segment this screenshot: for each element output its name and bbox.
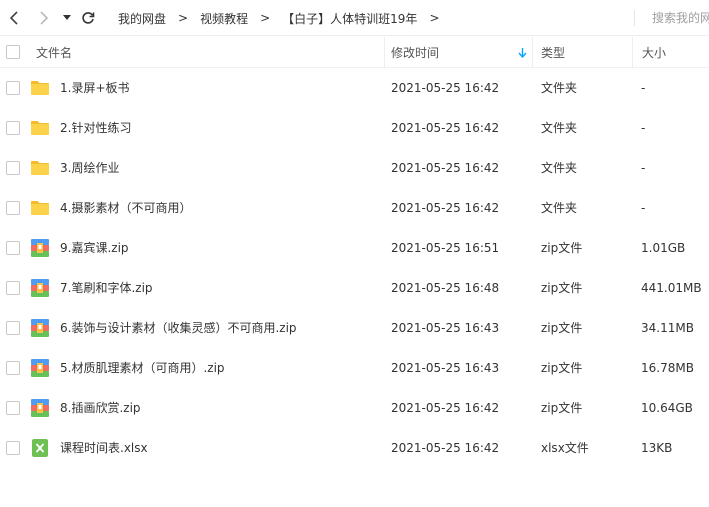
row-checkbox[interactable]	[6, 361, 20, 375]
breadcrumb-item-video-tutorials[interactable]: 视频教程	[200, 10, 248, 27]
file-name[interactable]: 8.插画欣赏.zip	[60, 388, 141, 428]
file-row[interactable]: 8.插画欣赏.zip 2021-05-25 16:42 zip文件 10.64GB	[0, 388, 709, 428]
back-button[interactable]	[5, 8, 25, 28]
file-size: -	[641, 161, 646, 175]
file-size: -	[641, 201, 646, 215]
file-type: zip文件	[541, 401, 583, 415]
file-name[interactable]: 3.周绘作业	[60, 148, 119, 188]
breadcrumb-item-my-drive[interactable]: 我的网盘	[118, 10, 166, 27]
file-row[interactable]: 5.材质肌理素材（可商用）.zip 2021-05-25 16:43 zip文件 16…	[0, 348, 709, 388]
select-all-checkbox[interactable]	[6, 45, 20, 59]
file-size: 1.01GB	[641, 241, 686, 255]
file-name[interactable]: 课程时间表.xlsx	[60, 428, 148, 468]
file-type: zip文件	[541, 321, 583, 335]
file-type: zip文件	[541, 241, 583, 255]
row-checkbox[interactable]	[6, 121, 20, 135]
file-row[interactable]: 6.装饰与设计素材（收集灵感）不可商用.zip 2021-05-25 16:43 z…	[0, 308, 709, 348]
chevron-left-icon	[9, 11, 18, 25]
file-modified-time: 2021-05-25 16:43	[391, 321, 500, 335]
zip-archive-icon	[30, 398, 50, 418]
file-type: 文件夹	[541, 201, 578, 215]
history-dropdown-button[interactable]	[60, 8, 74, 28]
row-checkbox[interactable]	[6, 81, 20, 95]
file-modified-time: 2021-05-25 16:43	[391, 361, 500, 375]
folder-icon	[30, 158, 50, 178]
file-name[interactable]: 5.材质肌理素材（可商用）.zip	[60, 348, 225, 388]
excel-file-icon	[30, 438, 50, 458]
file-modified-time: 2021-05-25 16:42	[391, 121, 500, 135]
toolbar: 我的网盘 > 视频教程 > 【白子】人体特训班19年 >	[0, 0, 709, 36]
file-modified-time: 2021-05-25 16:42	[391, 401, 500, 415]
search-input[interactable]	[652, 10, 709, 26]
file-name[interactable]: 9.嘉宾课.zip	[60, 228, 129, 268]
forward-button[interactable]	[34, 8, 54, 28]
column-header-type[interactable]: 类型	[532, 37, 632, 68]
row-checkbox[interactable]	[6, 161, 20, 175]
row-checkbox[interactable]	[6, 201, 20, 215]
file-list-header: 文件名 修改时间 类型 大小	[0, 37, 709, 68]
zip-archive-icon	[30, 278, 50, 298]
column-header-name[interactable]: 文件名	[36, 37, 72, 68]
search-divider	[634, 10, 635, 26]
file-size: 10.64GB	[641, 401, 693, 415]
zip-archive-icon	[30, 358, 50, 378]
file-type: 文件夹	[541, 81, 578, 95]
row-checkbox[interactable]	[6, 281, 20, 295]
refresh-button[interactable]	[78, 8, 98, 28]
column-header-modified-time-label: 修改时间	[391, 46, 440, 60]
file-size: 34.11MB	[641, 321, 694, 335]
file-modified-time: 2021-05-25 16:51	[391, 241, 500, 255]
file-modified-time: 2021-05-25 16:42	[391, 161, 500, 175]
sort-descending-icon[interactable]	[518, 48, 527, 58]
zip-archive-icon	[30, 318, 50, 338]
file-row[interactable]: 1.录屏+板书 2021-05-25 16:42 文件夹 -	[0, 68, 709, 108]
row-checkbox[interactable]	[6, 241, 20, 255]
folder-icon	[30, 78, 50, 98]
file-row[interactable]: 2.针对性练习 2021-05-25 16:42 文件夹 -	[0, 108, 709, 148]
column-header-size[interactable]: 大小	[632, 37, 709, 68]
file-modified-time: 2021-05-25 16:42	[391, 81, 500, 95]
breadcrumb-separator: >	[429, 11, 440, 25]
file-name[interactable]: 2.针对性练习	[60, 108, 131, 148]
file-type: xlsx文件	[541, 441, 589, 455]
chevron-right-icon	[40, 11, 49, 25]
file-size: -	[641, 121, 646, 135]
breadcrumb-separator: >	[178, 11, 189, 25]
caret-down-icon	[63, 15, 71, 20]
folder-icon	[30, 198, 50, 218]
file-type: 文件夹	[541, 121, 578, 135]
file-type: zip文件	[541, 281, 583, 295]
file-row[interactable]: 课程时间表.xlsx 2021-05-25 16:42 xlsx文件 13KB	[0, 428, 709, 468]
file-name[interactable]: 1.录屏+板书	[60, 68, 130, 108]
file-name[interactable]: 4.摄影素材（不可商用）	[60, 188, 191, 228]
file-size: 441.01MB	[641, 281, 702, 295]
file-size: 16.78MB	[641, 361, 694, 375]
file-name[interactable]: 6.装饰与设计素材（收集灵感）不可商用.zip	[60, 308, 297, 348]
file-row[interactable]: 7.笔刷和字体.zip 2021-05-25 16:48 zip文件 441.01MB	[0, 268, 709, 308]
file-modified-time: 2021-05-25 16:42	[391, 441, 500, 455]
row-checkbox[interactable]	[6, 321, 20, 335]
refresh-icon	[82, 12, 95, 24]
breadcrumb: 我的网盘 > 视频教程 > 【白子】人体特训班19年 >	[118, 0, 452, 36]
file-size: -	[641, 81, 646, 95]
file-size: 13KB	[641, 441, 673, 455]
file-type: 文件夹	[541, 161, 578, 175]
folder-icon	[30, 118, 50, 138]
file-modified-time: 2021-05-25 16:48	[391, 281, 500, 295]
row-checkbox[interactable]	[6, 441, 20, 455]
file-modified-time: 2021-05-25 16:42	[391, 201, 500, 215]
column-header-modified-time[interactable]: 修改时间	[384, 37, 532, 68]
breadcrumb-separator: >	[260, 11, 271, 25]
file-type: zip文件	[541, 361, 583, 375]
row-checkbox[interactable]	[6, 401, 20, 415]
file-row[interactable]: 3.周绘作业 2021-05-25 16:42 文件夹 -	[0, 148, 709, 188]
zip-archive-icon	[30, 238, 50, 258]
breadcrumb-item-current-folder[interactable]: 【白子】人体特训班19年	[282, 10, 417, 27]
file-name[interactable]: 7.笔刷和字体.zip	[60, 268, 153, 308]
file-row[interactable]: 4.摄影素材（不可商用） 2021-05-25 16:42 文件夹 -	[0, 188, 709, 228]
file-row[interactable]: 9.嘉宾课.zip 2021-05-25 16:51 zip文件 1.01GB	[0, 228, 709, 268]
